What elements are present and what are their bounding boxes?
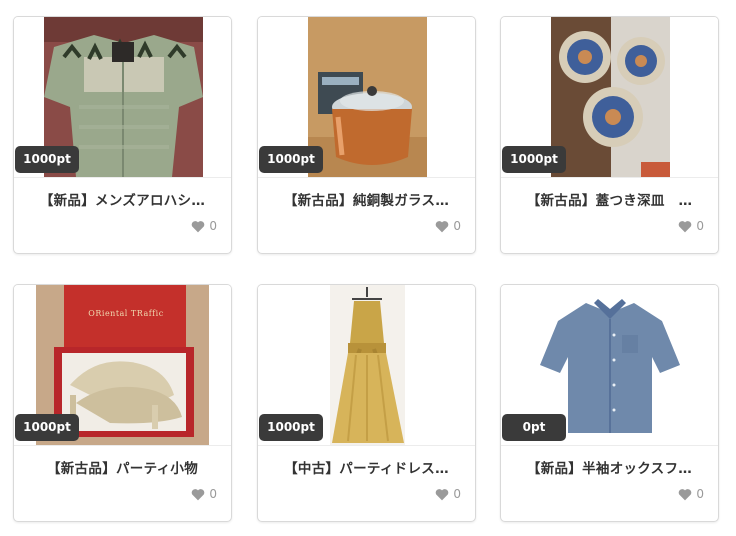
divider [501,445,718,446]
heart-icon[interactable] [678,488,692,501]
like-count: 0 [453,219,461,233]
like-count: 0 [696,219,704,233]
product-card[interactable]: ORiental TRaffic 1000pt 【新古品】パーティ小物 0 [13,284,232,522]
like-counter[interactable]: 0 [191,487,217,501]
like-count: 0 [696,487,704,501]
like-count: 0 [453,487,461,501]
product-card[interactable]: 1000pt 【中古】パーティドレス… 0 [257,284,476,522]
like-counter[interactable]: 0 [435,219,461,233]
heart-icon[interactable] [435,220,449,233]
divider [258,445,475,446]
product-card[interactable]: 1000pt 【新品】メンズアロハシ… 0 [13,16,232,254]
dress-photo [330,285,405,445]
divider [14,177,231,178]
heart-icon[interactable] [435,488,449,501]
product-grid: 1000pt 【新品】メンズアロハシ… 0 1000pt 【新古品】純銅製ガラス… [0,0,736,536]
like-counter[interactable]: 0 [435,487,461,501]
product-title[interactable]: 【新品】メンズアロハシ… [26,189,219,209]
product-image[interactable]: 0pt [501,285,718,445]
product-title[interactable]: 【中古】パーティドレス… [270,457,463,477]
heart-icon[interactable] [678,220,692,233]
product-title[interactable]: 【新古品】純銅製ガラス… [270,189,463,209]
product-image[interactable]: 1000pt [258,17,475,177]
product-card[interactable]: 1000pt 【新古品】蓋つき深皿 … 0 [500,16,719,254]
points-badge: 1000pt [15,414,79,441]
copper-pot-photo [308,17,427,177]
product-card[interactable]: 1000pt 【新古品】純銅製ガラス… 0 [257,16,476,254]
like-counter[interactable]: 0 [191,219,217,233]
product-title[interactable]: 【新古品】パーティ小物 [26,457,219,477]
points-badge: 1000pt [502,146,566,173]
heart-icon[interactable] [191,488,205,501]
divider [14,445,231,446]
heart-icon[interactable] [191,220,205,233]
divider [501,177,718,178]
like-count: 0 [209,487,217,501]
product-image[interactable]: 1000pt [501,17,718,177]
product-title[interactable]: 【新品】半袖オックスフ… [513,457,706,477]
like-count: 0 [209,219,217,233]
product-card[interactable]: 0pt 【新品】半袖オックスフ… 0 [500,284,719,522]
points-badge: 1000pt [259,146,323,173]
points-badge: 0pt [502,414,566,441]
product-title[interactable]: 【新古品】蓋つき深皿 … [513,189,706,209]
product-image[interactable]: ORiental TRaffic 1000pt [14,285,231,445]
points-badge: 1000pt [259,414,323,441]
divider [258,177,475,178]
product-image[interactable]: 1000pt [258,285,475,445]
lidded-bowls-photo [551,17,670,177]
like-counter[interactable]: 0 [678,487,704,501]
product-image[interactable]: 1000pt [14,17,231,177]
like-counter[interactable]: 0 [678,219,704,233]
box-brand-text: ORiental TRaffic [88,309,164,318]
points-badge: 1000pt [15,146,79,173]
